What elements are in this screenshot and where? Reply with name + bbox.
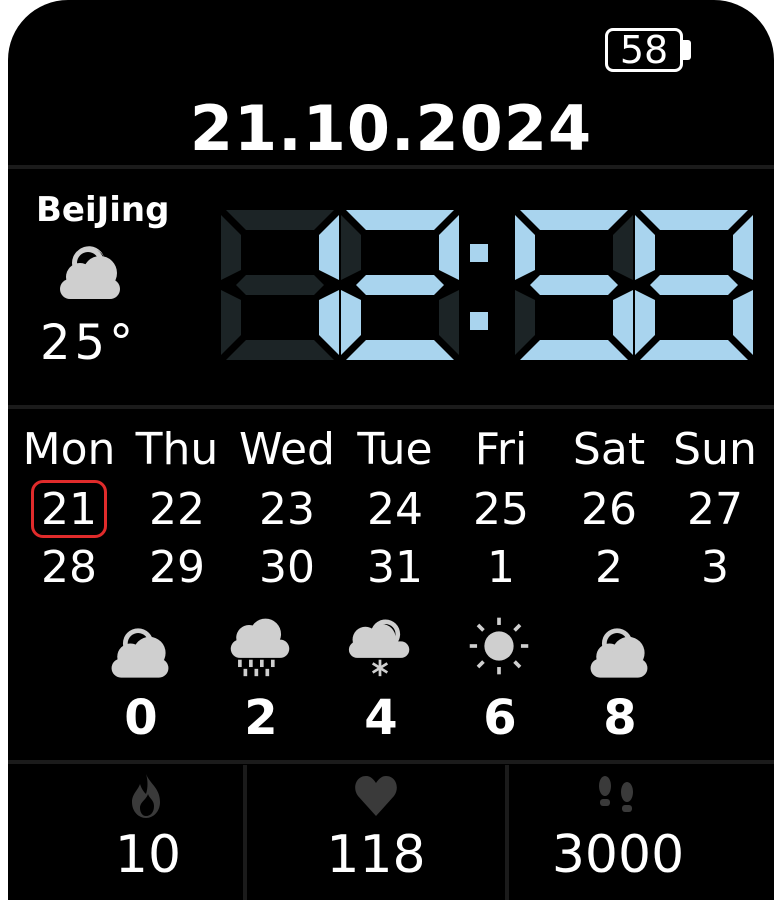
calendar-day: 29 bbox=[149, 542, 205, 593]
clock-segment bbox=[613, 215, 633, 280]
calendar-day: 25 bbox=[473, 484, 529, 535]
clock-segment bbox=[515, 290, 535, 355]
clock-segment bbox=[221, 215, 241, 280]
calendar-day: 22 bbox=[149, 484, 205, 535]
clock-segment bbox=[650, 275, 738, 295]
sun-icon bbox=[469, 617, 529, 675]
clock-segment bbox=[613, 290, 633, 355]
forecast-value: 6 bbox=[483, 690, 517, 746]
temperature: 25° bbox=[40, 315, 138, 371]
calendar-day: 30 bbox=[259, 542, 315, 593]
weekday-label: Thu bbox=[135, 424, 219, 475]
calendar-day: 24 bbox=[367, 484, 423, 535]
calendar-day: 27 bbox=[687, 484, 743, 535]
clock-segment bbox=[635, 290, 655, 355]
cloudy-icon bbox=[590, 628, 648, 678]
date: 21.10.2024 bbox=[189, 92, 593, 165]
footsteps-icon bbox=[599, 776, 633, 812]
clock-segment bbox=[439, 215, 459, 280]
clock-segment bbox=[236, 275, 324, 295]
snow-icon bbox=[348, 619, 410, 677]
clock-segment bbox=[640, 210, 748, 230]
clock-segment bbox=[520, 210, 628, 230]
weekday-label: Sun bbox=[673, 424, 757, 475]
clock-segment bbox=[640, 340, 748, 360]
clock-colon-dot bbox=[470, 244, 488, 262]
clock-segment bbox=[341, 215, 361, 280]
calendar-day: 2 bbox=[595, 542, 623, 593]
steps-value: 3000 bbox=[551, 825, 685, 885]
clock-segment bbox=[439, 290, 459, 355]
weekday-label: Sat bbox=[572, 424, 646, 475]
clock-segment bbox=[733, 215, 753, 280]
watch-face: 58 21.10.2024 BeiJing 25° Mon Thu Wed Tu… bbox=[8, 0, 774, 900]
cloudy-icon bbox=[111, 628, 169, 678]
clock-segment bbox=[520, 340, 628, 360]
clock-colon-dot bbox=[470, 312, 488, 330]
flame-icon bbox=[132, 774, 160, 818]
clock-segment bbox=[635, 215, 655, 280]
battery-level: 58 bbox=[619, 28, 669, 72]
calendar-day: 21 bbox=[41, 484, 97, 535]
calendar-day: 3 bbox=[701, 542, 729, 593]
rain-icon bbox=[230, 618, 290, 677]
calendar-day: 28 bbox=[41, 542, 97, 593]
clock-segment bbox=[733, 290, 753, 355]
clock-segment bbox=[221, 290, 241, 355]
divider bbox=[8, 405, 774, 409]
divider bbox=[8, 165, 774, 169]
calendar-day: 26 bbox=[581, 484, 637, 535]
city-name: BeiJing bbox=[36, 190, 170, 230]
clock-segment bbox=[226, 210, 334, 230]
clock-segment bbox=[319, 290, 339, 355]
calories-value: 10 bbox=[114, 825, 182, 885]
weekday-label: Wed bbox=[239, 424, 335, 475]
clock-segment bbox=[341, 290, 361, 355]
weekday-label: Fri bbox=[474, 424, 528, 475]
heart-rate-value: 118 bbox=[326, 825, 426, 885]
forecast-value: 8 bbox=[603, 690, 637, 746]
cloudy-icon bbox=[60, 246, 120, 299]
battery-tip bbox=[683, 40, 691, 60]
clock-segment bbox=[515, 215, 535, 280]
heart-icon bbox=[355, 776, 397, 816]
calendar-day: 1 bbox=[487, 542, 515, 593]
clock-segment bbox=[226, 340, 334, 360]
forecast-value: 0 bbox=[124, 690, 158, 746]
calendar-day: 23 bbox=[259, 484, 315, 535]
forecast-value: 4 bbox=[364, 690, 398, 746]
clock-segment bbox=[346, 340, 454, 360]
clock-segment bbox=[356, 275, 444, 295]
forecast-value: 2 bbox=[244, 690, 278, 746]
clock-segment bbox=[346, 210, 454, 230]
calendar-day: 31 bbox=[367, 542, 423, 593]
divider bbox=[8, 760, 774, 764]
weekday-label: Mon bbox=[22, 424, 116, 475]
clock-segment bbox=[319, 215, 339, 280]
digital-clock bbox=[221, 210, 753, 360]
weekday-label: Tue bbox=[357, 424, 433, 475]
clock-segment bbox=[530, 275, 618, 295]
